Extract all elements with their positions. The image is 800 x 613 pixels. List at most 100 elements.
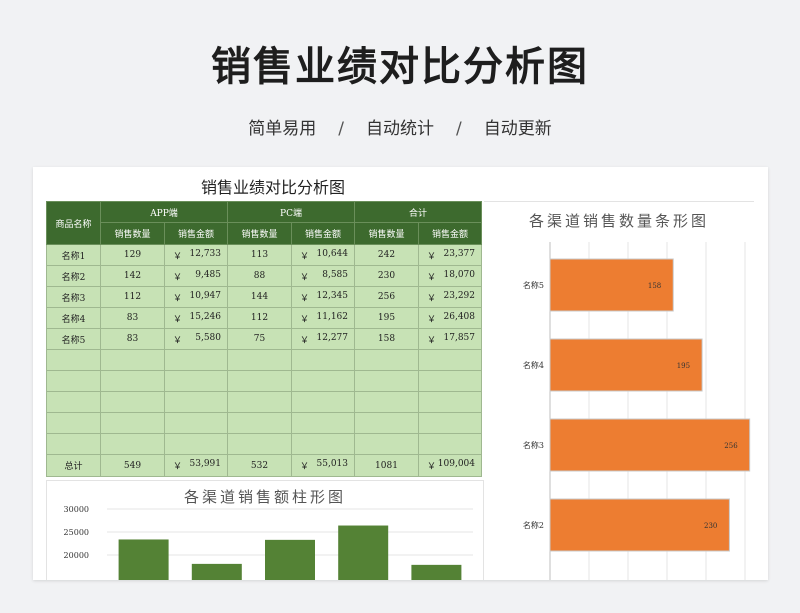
cell-app-amount[interactable] [164, 433, 228, 455]
cell-app-qty[interactable] [100, 412, 165, 434]
cell-app-qty[interactable] [100, 349, 165, 371]
cell-app-amount[interactable] [164, 370, 228, 392]
cell-total-qty[interactable] [354, 391, 419, 413]
cell-pc-amount[interactable] [291, 433, 355, 455]
cell-app-amount[interactable]: ￥ 53,991 [164, 454, 228, 477]
cell-pc-qty[interactable]: 112 [227, 307, 292, 329]
header-qty: 销售数量 [227, 222, 292, 245]
cell-pc-amount[interactable] [291, 391, 355, 413]
cell-pc-qty[interactable] [227, 349, 292, 371]
cell-total-amount[interactable]: ￥ 17,857 [418, 328, 482, 350]
cell-name[interactable] [46, 433, 101, 455]
cell-app-amount[interactable]: ￥ 9,485 [164, 265, 228, 287]
table-row: 名称2 142 ￥ 9,485 88 ￥ 8,585 230 ￥ 18,070 [46, 265, 482, 287]
cell-app-qty[interactable]: 129 [100, 244, 165, 266]
cell-name[interactable]: 总计 [46, 454, 101, 477]
column-bar-3[interactable] [265, 539, 315, 580]
cell-name[interactable] [46, 391, 101, 413]
cell-pc-qty[interactable] [227, 412, 292, 434]
hbar-3[interactable] [549, 418, 751, 472]
cell-name[interactable]: 名称5 [46, 328, 101, 350]
cell-name[interactable] [46, 370, 101, 392]
cell-total-amount[interactable]: ￥ 18,070 [418, 265, 482, 287]
column-bar-4[interactable] [338, 525, 389, 580]
cell-pc-amount[interactable]: ￥ 55,013 [291, 454, 355, 477]
cell-total-qty[interactable] [354, 370, 419, 392]
hbar-4[interactable] [549, 498, 730, 552]
cell-pc-amount[interactable]: ￥ 8,585 [291, 265, 355, 287]
amount-value: 23,292 [443, 291, 476, 301]
tag-separator: / [338, 119, 344, 139]
cell-total-amount[interactable]: ￥ 109,004 [418, 454, 482, 477]
cell-pc-amount[interactable] [291, 412, 355, 434]
cell-total-amount[interactable]: ￥ 23,377 [418, 244, 482, 266]
amount-value: 53,991 [189, 459, 222, 469]
cell-total-qty[interactable] [354, 412, 419, 434]
currency-symbol: ￥ [173, 252, 183, 262]
cell-app-amount[interactable]: ￥ 15,246 [164, 307, 228, 329]
table-row [46, 412, 482, 434]
amount-value: 23,377 [443, 249, 476, 259]
cell-name[interactable]: 名称2 [46, 265, 101, 287]
cell-total-amount[interactable]: ￥ 23,292 [418, 286, 482, 308]
cell-pc-amount[interactable]: ￥ 11,162 [291, 307, 355, 329]
column-bar-1[interactable] [118, 539, 169, 580]
cell-app-amount[interactable]: ￥ 12,733 [164, 244, 228, 266]
column-bar-2[interactable] [191, 563, 242, 580]
cell-total-qty[interactable]: 1081 [354, 454, 419, 477]
cell-name[interactable] [46, 412, 101, 434]
cell-name[interactable]: 名称3 [46, 286, 101, 308]
cell-app-amount[interactable]: ￥ 10,947 [164, 286, 228, 308]
cell-pc-qty[interactable]: 532 [227, 454, 292, 477]
cell-total-amount[interactable] [418, 433, 482, 455]
cell-total-qty[interactable] [354, 349, 419, 371]
cell-name[interactable] [46, 349, 101, 371]
cell-name[interactable]: 名称4 [46, 307, 101, 329]
cell-total-amount[interactable] [418, 412, 482, 434]
cell-app-qty[interactable]: 83 [100, 328, 165, 350]
cell-app-qty[interactable]: 112 [100, 286, 165, 308]
cell-total-amount[interactable] [418, 349, 482, 371]
cell-total-amount[interactable]: ￥ 26,408 [418, 307, 482, 329]
header-qty: 销售数量 [354, 222, 419, 245]
cell-pc-qty[interactable] [227, 370, 292, 392]
cell-pc-qty[interactable]: 75 [227, 328, 292, 350]
cell-total-qty[interactable]: 256 [354, 286, 419, 308]
amount-value: 9,485 [195, 270, 221, 280]
cell-pc-qty[interactable]: 113 [227, 244, 292, 266]
cell-app-amount[interactable] [164, 391, 228, 413]
cell-app-amount[interactable] [164, 412, 228, 434]
cell-app-amount[interactable] [164, 349, 228, 371]
cell-pc-qty[interactable] [227, 391, 292, 413]
cell-pc-amount[interactable] [291, 370, 355, 392]
cell-total-amount[interactable] [418, 391, 482, 413]
cell-app-qty[interactable]: 83 [100, 307, 165, 329]
cell-app-amount[interactable]: ￥ 5,580 [164, 328, 228, 350]
cell-total-qty[interactable] [354, 433, 419, 455]
cell-total-qty[interactable]: 158 [354, 328, 419, 350]
cell-pc-qty[interactable] [227, 433, 292, 455]
cell-total-qty[interactable]: 230 [354, 265, 419, 287]
column-bar-5[interactable] [411, 564, 462, 580]
cell-pc-amount[interactable] [291, 349, 355, 371]
cell-pc-qty[interactable]: 144 [227, 286, 292, 308]
cell-app-qty[interactable] [100, 391, 165, 413]
cell-app-qty[interactable]: 549 [100, 454, 165, 477]
cell-pc-qty[interactable]: 88 [227, 265, 292, 287]
cell-name[interactable]: 名称1 [46, 244, 101, 266]
cell-app-qty[interactable]: 142 [100, 265, 165, 287]
cell-total-qty[interactable]: 195 [354, 307, 419, 329]
y-tick-label: 20000 [64, 551, 89, 560]
cell-pc-amount[interactable]: ￥ 12,277 [291, 328, 355, 350]
cell-app-qty[interactable] [100, 433, 165, 455]
tag-auto-update: 自动更新 [483, 119, 552, 139]
cell-pc-amount[interactable]: ￥ 10,644 [291, 244, 355, 266]
cell-pc-amount[interactable]: ￥ 12,345 [291, 286, 355, 308]
cell-total-qty[interactable]: 242 [354, 244, 419, 266]
currency-symbol: ￥ [300, 273, 310, 283]
header-qty: 销售数量 [100, 222, 165, 245]
cell-app-qty[interactable] [100, 370, 165, 392]
sales-table: 商品名称 APP端 PC端 合计 销售数量 销售金额 销售数量 销售金额 销售数… [46, 201, 482, 477]
cell-total-amount[interactable] [418, 370, 482, 392]
hbar-category-label: 名称3 [523, 440, 544, 450]
